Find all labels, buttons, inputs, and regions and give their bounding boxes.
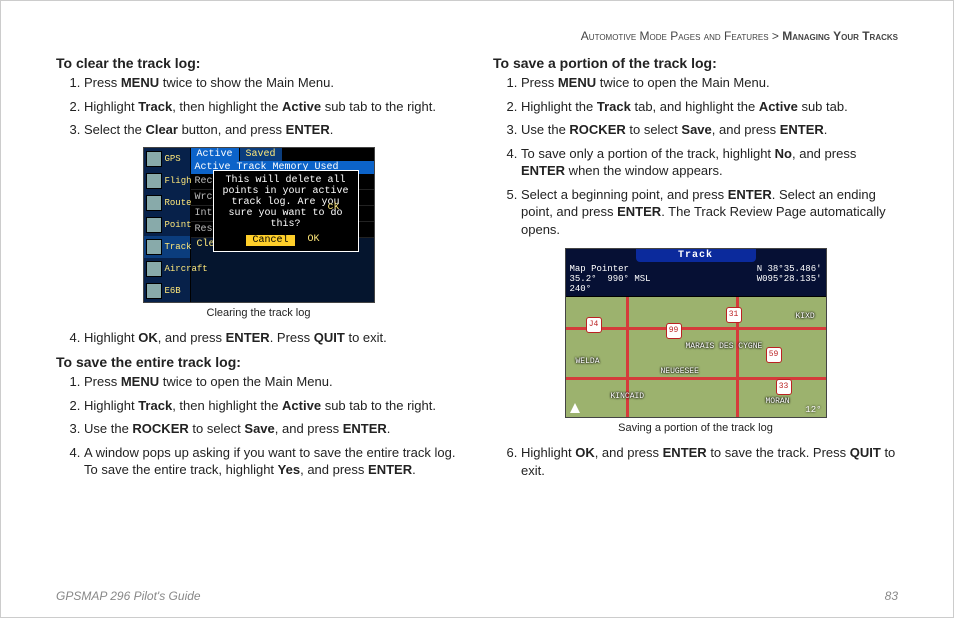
list-item: Highlight OK, and press ENTER. Press QUI…	[84, 329, 461, 347]
list-item: Highlight OK, and press ENTER to save th…	[521, 444, 898, 479]
town-label: NEUGESEE	[661, 367, 699, 376]
figure-caption-save: Saving a portion of the track log	[493, 422, 898, 434]
menu-icon	[146, 195, 162, 211]
cancel-button[interactable]: Cancel	[245, 234, 295, 247]
heading-clear-track: To clear the track log:	[56, 55, 461, 71]
sidebar-item-label: GPS	[165, 154, 181, 164]
breadcrumb-sep: >	[769, 29, 783, 43]
sidebar-item-flight[interactable]: Flight	[144, 170, 190, 192]
save-entire-steps: Press MENU twice to open the Main Menu. H…	[56, 373, 461, 479]
save-portion-steps-cont: Highlight OK, and press ENTER to save th…	[493, 444, 898, 479]
route-shield: J4	[586, 317, 602, 333]
map-area: 12° J4 99 31 59 33 WELDA KINCAID MORAN NEUGESEE M…	[566, 296, 826, 417]
sidebar-item-gps[interactable]: GPS	[144, 148, 190, 170]
coord-lat: N 38°35.486'	[757, 264, 822, 274]
list-item: Highlight Track, then highlight the Acti…	[84, 397, 461, 415]
menu-icon	[146, 261, 162, 277]
info-line2: 35.2° 990° MSL	[570, 274, 651, 284]
town-label: MARAIS DES CYGNE	[686, 342, 763, 351]
save-portion-steps: Press MENU twice to open the Main Menu. H…	[493, 74, 898, 238]
device-screen-clear: GPS Flight Route Points Track Aircraft E6B Act…	[143, 147, 375, 303]
sidebar-item-label: Route	[165, 198, 192, 208]
town-label: WELDA	[576, 357, 600, 366]
page-footer: GPSMAP 296 Pilot's Guide 83	[56, 589, 898, 603]
info-heading: 240°	[570, 284, 651, 294]
breadcrumb: Automotive Mode Pages and Features > Man…	[56, 29, 898, 43]
route-shield: 59	[766, 347, 782, 363]
sidebar-item-track[interactable]: Track	[144, 236, 190, 258]
list-item: Highlight the Track tab, and highlight t…	[521, 98, 898, 116]
figure-save-portion: Track Map Pointer 35.2° 990° MSL 240° N …	[493, 248, 898, 418]
sidebar-item-aircraft[interactable]: Aircraft	[144, 258, 190, 280]
list-item: Press MENU twice to open the Main Menu.	[84, 373, 461, 391]
sidebar-item-e6b[interactable]: E6B	[144, 280, 190, 302]
list-item: Highlight Track, then highlight the Acti…	[84, 98, 461, 116]
menu-icon	[146, 239, 162, 255]
info-bar: Map Pointer 35.2° 990° MSL 240° N 38°35.…	[566, 262, 826, 296]
modal-buttons: Cancel OK	[216, 234, 356, 247]
left-column: To clear the track log: Press MENU twice…	[56, 49, 461, 487]
route-shield: 31	[726, 307, 742, 323]
content-columns: To clear the track log: Press MENU twice…	[56, 49, 898, 487]
heading-save-portion: To save a portion of the track log:	[493, 55, 898, 71]
list-item: Press MENU twice to show the Main Menu.	[84, 74, 461, 92]
page-number: 83	[885, 589, 898, 603]
menu-icon	[146, 217, 162, 233]
tabs: ActiveSaved	[191, 148, 374, 161]
list-item: Select a beginning point, and press ENTE…	[521, 186, 898, 239]
map-scale: 12°	[805, 405, 821, 415]
list-item: Press MENU twice to open the Main Menu.	[521, 74, 898, 92]
town-label: KIXD	[796, 312, 815, 321]
ok-button[interactable]: OK	[302, 234, 326, 247]
device-screen-track: Track Map Pointer 35.2° 990° MSL 240° N …	[565, 248, 827, 418]
footer-guide-title: GPSMAP 296 Pilot's Guide	[56, 589, 201, 603]
info-msl: 990° MSL	[607, 274, 650, 284]
tab-active[interactable]: Active	[191, 148, 240, 161]
town-label: MORAN	[766, 397, 790, 406]
info-left: Map Pointer 35.2° 990° MSL 240°	[570, 264, 651, 294]
page: Automotive Mode Pages and Features > Man…	[0, 0, 954, 618]
list-item: Use the ROCKER to select Save, and press…	[521, 121, 898, 139]
list-item: Use the ROCKER to select Save, and press…	[84, 420, 461, 438]
sidebar-item-label: Track	[165, 242, 192, 252]
sidebar-item-route[interactable]: Route	[144, 192, 190, 214]
menu-icon	[146, 173, 162, 189]
info-right: N 38°35.486' W095°28.135'	[757, 264, 822, 294]
menu-icon	[146, 283, 162, 299]
info-deg: 35.2°	[570, 274, 597, 284]
route-shield: 33	[776, 379, 792, 395]
behind-text: ck	[327, 202, 339, 213]
list-item: Select the Clear button, and press ENTER…	[84, 121, 461, 139]
breadcrumb-section: Automotive Mode Pages and Features	[581, 29, 769, 43]
clear-track-steps: Press MENU twice to show the Main Menu. H…	[56, 74, 461, 139]
sidebar-item-points[interactable]: Points	[144, 214, 190, 236]
list-item: A window pops up asking if you want to s…	[84, 444, 461, 479]
map-pointer-label: Map Pointer	[570, 264, 651, 274]
heading-save-entire: To save the entire track log:	[56, 354, 461, 370]
clear-track-steps-cont: Highlight OK, and press ENTER. Press QUI…	[56, 329, 461, 347]
tab-saved[interactable]: Saved	[240, 148, 283, 161]
town-label: KINCAID	[611, 392, 645, 401]
side-menu: GPS Flight Route Points Track Aircraft E6B	[144, 148, 191, 302]
main-panel: ActiveSaved Active Track Memory Used Rec…	[191, 148, 374, 302]
menu-icon	[146, 151, 162, 167]
figure-caption-clear: Clearing the track log	[56, 307, 461, 319]
screen-title: Track	[636, 249, 756, 262]
list-item: To save only a portion of the track, hig…	[521, 145, 898, 180]
breadcrumb-sub: Managing Your Tracks	[782, 29, 898, 43]
sidebar-item-label: E6B	[165, 286, 181, 296]
north-arrow-icon	[570, 403, 580, 413]
figure-clear-track: GPS Flight Route Points Track Aircraft E6B Act…	[56, 147, 461, 303]
coord-lon: W095°28.135'	[757, 274, 822, 284]
route-shield: 99	[666, 323, 682, 339]
right-column: To save a portion of the track log: Pres…	[493, 49, 898, 487]
